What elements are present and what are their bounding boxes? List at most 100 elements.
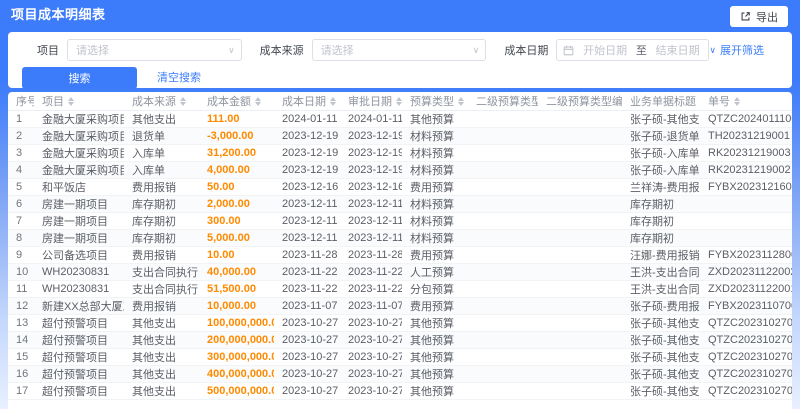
amount-cell: 300,000,000.00 xyxy=(199,348,274,366)
cost-source-filter-label: 成本来源 xyxy=(259,45,304,57)
cell: 费用预算 xyxy=(402,178,468,196)
cell: 汪娜-费用报销 xyxy=(622,246,700,264)
cell: 17 xyxy=(8,382,34,400)
cell: 材料预算 xyxy=(402,127,468,145)
table-body: 1 金融大厦采购项目 其他支出 111.00 2024-01-11 2024-01-11 其… xyxy=(8,110,792,400)
cell xyxy=(700,212,792,230)
cell: 2023-11-07 xyxy=(340,297,402,315)
sort-icon[interactable] xyxy=(68,97,74,107)
cell: RK20231219003 xyxy=(700,144,792,162)
column-header-10[interactable]: 单号 xyxy=(700,92,792,111)
cell: 超付预警项目 xyxy=(34,382,124,400)
amount-cell: 31,200.00 xyxy=(199,144,274,162)
cell: 入库单 xyxy=(124,161,199,179)
cell: 2024-01-11 xyxy=(340,110,402,128)
cell xyxy=(468,365,538,383)
cell xyxy=(538,365,622,383)
cell: 2023-11-22 xyxy=(274,263,340,281)
cell xyxy=(468,331,538,349)
cell: 2023-10-27 xyxy=(340,314,402,332)
column-header-7[interactable]: 二级预算类型 xyxy=(468,92,538,111)
project-select[interactable]: 请选择 ∨ xyxy=(67,39,242,61)
cost-date-range-input[interactable]: 开始日期 至 结束日期 xyxy=(556,39,710,61)
cell: 库存期初 xyxy=(622,195,700,213)
sort-icon[interactable] xyxy=(734,97,740,107)
cell xyxy=(538,127,622,145)
cell: 2023-10-27 xyxy=(340,348,402,366)
cost-date-filter-label: 成本日期 xyxy=(504,45,549,57)
table-row: 14超付预警项目其他支出200,000,000.002023-10-272023… xyxy=(8,331,792,349)
column-label: 单号 xyxy=(708,95,730,108)
cell xyxy=(538,161,622,179)
cell xyxy=(468,144,538,162)
cell: 库存期初 xyxy=(124,195,199,213)
column-header-6[interactable]: 预算类型 xyxy=(402,92,468,111)
cell: 费用预算 xyxy=(402,246,468,264)
cell: 张子硕-其他支出 xyxy=(622,382,700,400)
cell: 2023-11-07 xyxy=(274,297,340,315)
filter-card: 项目 请选择 ∨ 成本来源 请选择 ∨ 成本日期 开始日期 至 结束日期 ∨ 展… xyxy=(8,32,792,89)
column-header-5[interactable]: 审批日期 xyxy=(340,92,402,111)
cell: 2023-12-16 xyxy=(274,178,340,196)
cell xyxy=(538,280,622,298)
page: 项目成本明细表 导出 项目 请选择 ∨ 成本来源 请选择 ∨ 成本日期 开始日期… xyxy=(0,0,800,409)
table-row: 13超付预警项目其他支出100,000,000.002023-10-272023… xyxy=(8,314,792,332)
cell xyxy=(468,348,538,366)
cell xyxy=(538,212,622,230)
table-row: 10 WH20230831 支出合同执行 40,000.00 2023-11-22 202… xyxy=(8,263,792,281)
cell: 库存期初 xyxy=(622,212,700,230)
cell xyxy=(468,314,538,332)
expand-filter-link[interactable]: ∨ 展开筛选 xyxy=(709,42,764,58)
amount-cell: -3,000.00 xyxy=(199,127,274,145)
calendar-icon xyxy=(564,45,574,55)
table-row: 2 金融大厦采购项目 退货单 -3,000.00 2023-12-19 2023-12-1… xyxy=(8,127,792,145)
cell: 11 xyxy=(8,280,34,298)
cell: 金融大厦采购项目 xyxy=(34,110,124,128)
cell: 5 xyxy=(8,178,34,196)
cell xyxy=(538,195,622,213)
column-header-4[interactable]: 成本日期 xyxy=(274,92,340,111)
cell: TH20231219001 xyxy=(700,127,792,145)
sort-icon[interactable] xyxy=(180,97,186,107)
table-row: 9 公司备选项目 费用报销 10.00 2023-11-28 2023-11-28 费用预算… xyxy=(8,246,792,264)
cost-source-select[interactable]: 请选择 ∨ xyxy=(311,39,487,61)
column-header-9[interactable]: 业务单据标题 xyxy=(622,92,700,111)
cell: 金融大厦采购项目 xyxy=(34,127,124,145)
export-button[interactable]: 导出 xyxy=(730,6,788,27)
column-label: 二级预算类型 xyxy=(476,95,538,108)
cell: 14 xyxy=(8,331,34,349)
sort-icon[interactable] xyxy=(255,97,261,107)
cell: 2023-12-11 xyxy=(340,195,402,213)
column-header-8[interactable]: 二级预算类型编码 xyxy=(538,92,622,111)
cell: 2 xyxy=(8,127,34,145)
amount-cell: 111.00 xyxy=(199,110,274,128)
sort-icon[interactable] xyxy=(458,97,464,107)
sort-icon[interactable] xyxy=(330,97,336,107)
column-header-3[interactable]: 成本金额 xyxy=(199,92,274,111)
cell: 2023-11-28 xyxy=(274,246,340,264)
end-date-placeholder: 结束日期 xyxy=(655,45,700,57)
cell: 6 xyxy=(8,195,34,213)
cell: 1 xyxy=(8,110,34,128)
cell: 2023-12-11 xyxy=(274,195,340,213)
cell: WH20230831 xyxy=(34,263,124,281)
cell: 张子硕-其他支出 xyxy=(622,110,700,128)
cell: 2023-10-27 xyxy=(340,365,402,383)
column-header-1[interactable]: 项目 xyxy=(34,92,124,111)
amount-cell: 100,000,000.00 xyxy=(199,314,274,332)
cell: 2023-12-19 xyxy=(340,161,402,179)
table-row: 6 房建一期项目 库存期初 2,000.00 2023-12-11 2023-12-11 材… xyxy=(8,195,792,213)
clear-search-link[interactable]: 清空搜索 xyxy=(157,67,201,89)
amount-cell: 10.00 xyxy=(199,246,274,264)
amount-cell: 300.00 xyxy=(199,212,274,230)
sort-icon[interactable] xyxy=(396,97,402,107)
cell: 3 xyxy=(8,144,34,162)
cell xyxy=(538,178,622,196)
column-header-2[interactable]: 成本来源 xyxy=(124,92,199,111)
cell: 材料预算 xyxy=(402,195,468,213)
cell: 人工预算 xyxy=(402,263,468,281)
cell: 其他支出 xyxy=(124,348,199,366)
cell: 材料预算 xyxy=(402,229,468,247)
table-row: 7 房建一期项目 库存期初 300.00 2023-12-11 2023-12-11 材料预… xyxy=(8,212,792,230)
search-button[interactable]: 搜索 xyxy=(22,67,137,89)
